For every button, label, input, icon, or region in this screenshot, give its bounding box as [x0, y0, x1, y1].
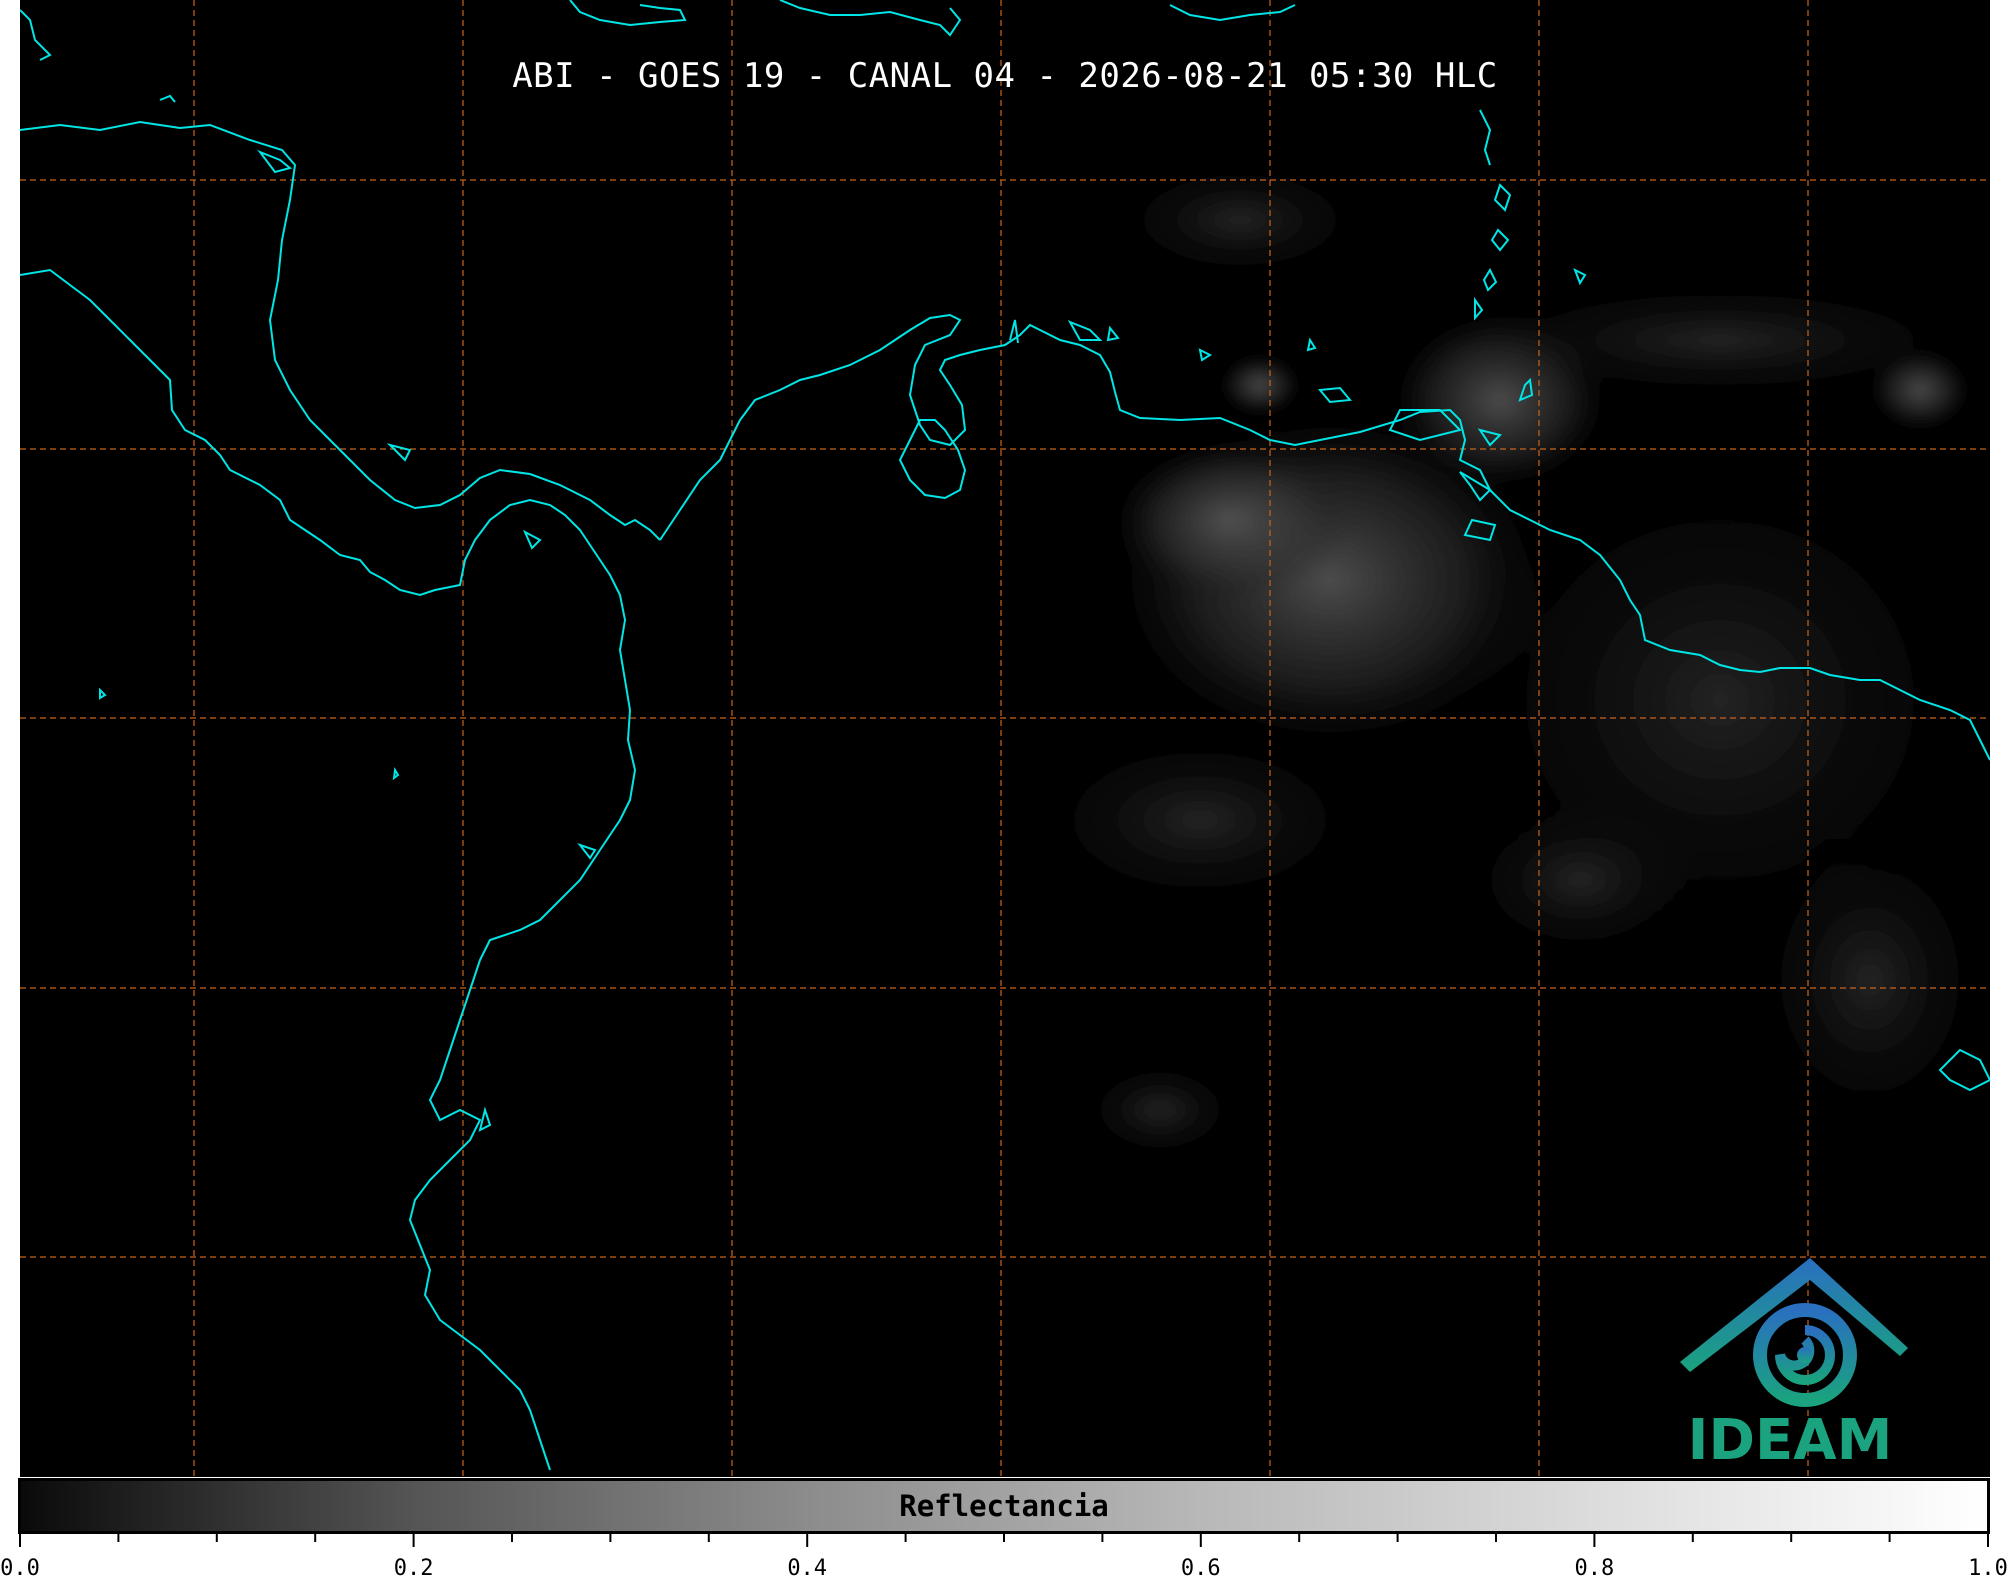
ideam-logo: IDEAM	[1660, 1250, 1920, 1475]
ideam-logo-icon	[1680, 1258, 1908, 1407]
colorbar-tick-label: 0.8	[1574, 1556, 1615, 1581]
colorbar-tick-label: 0.0	[0, 1556, 40, 1581]
colorbar-tick-label: 0.2	[393, 1556, 434, 1581]
cloud-field	[1030, 160, 1990, 1160]
colorbar-ticks	[19, 1533, 1989, 1547]
map-title: ABI - GOES 19 - CANAL 04 - 2026-08-21 05…	[512, 56, 1498, 96]
satellite-map[interactable]: ABI - GOES 19 - CANAL 04 - 2026-08-21 05…	[20, 0, 1990, 1477]
colorbar-tick-label: 0.6	[1180, 1556, 1221, 1581]
colorbar-tick-label: 1.0	[1968, 1556, 2008, 1581]
colorbar: Reflectancia	[18, 1478, 1990, 1534]
ideam-logo-text: IDEAM	[1687, 1408, 1893, 1473]
colorbar-tick-label: 0.4	[787, 1556, 828, 1581]
colorbar-label: Reflectancia	[899, 1489, 1109, 1523]
